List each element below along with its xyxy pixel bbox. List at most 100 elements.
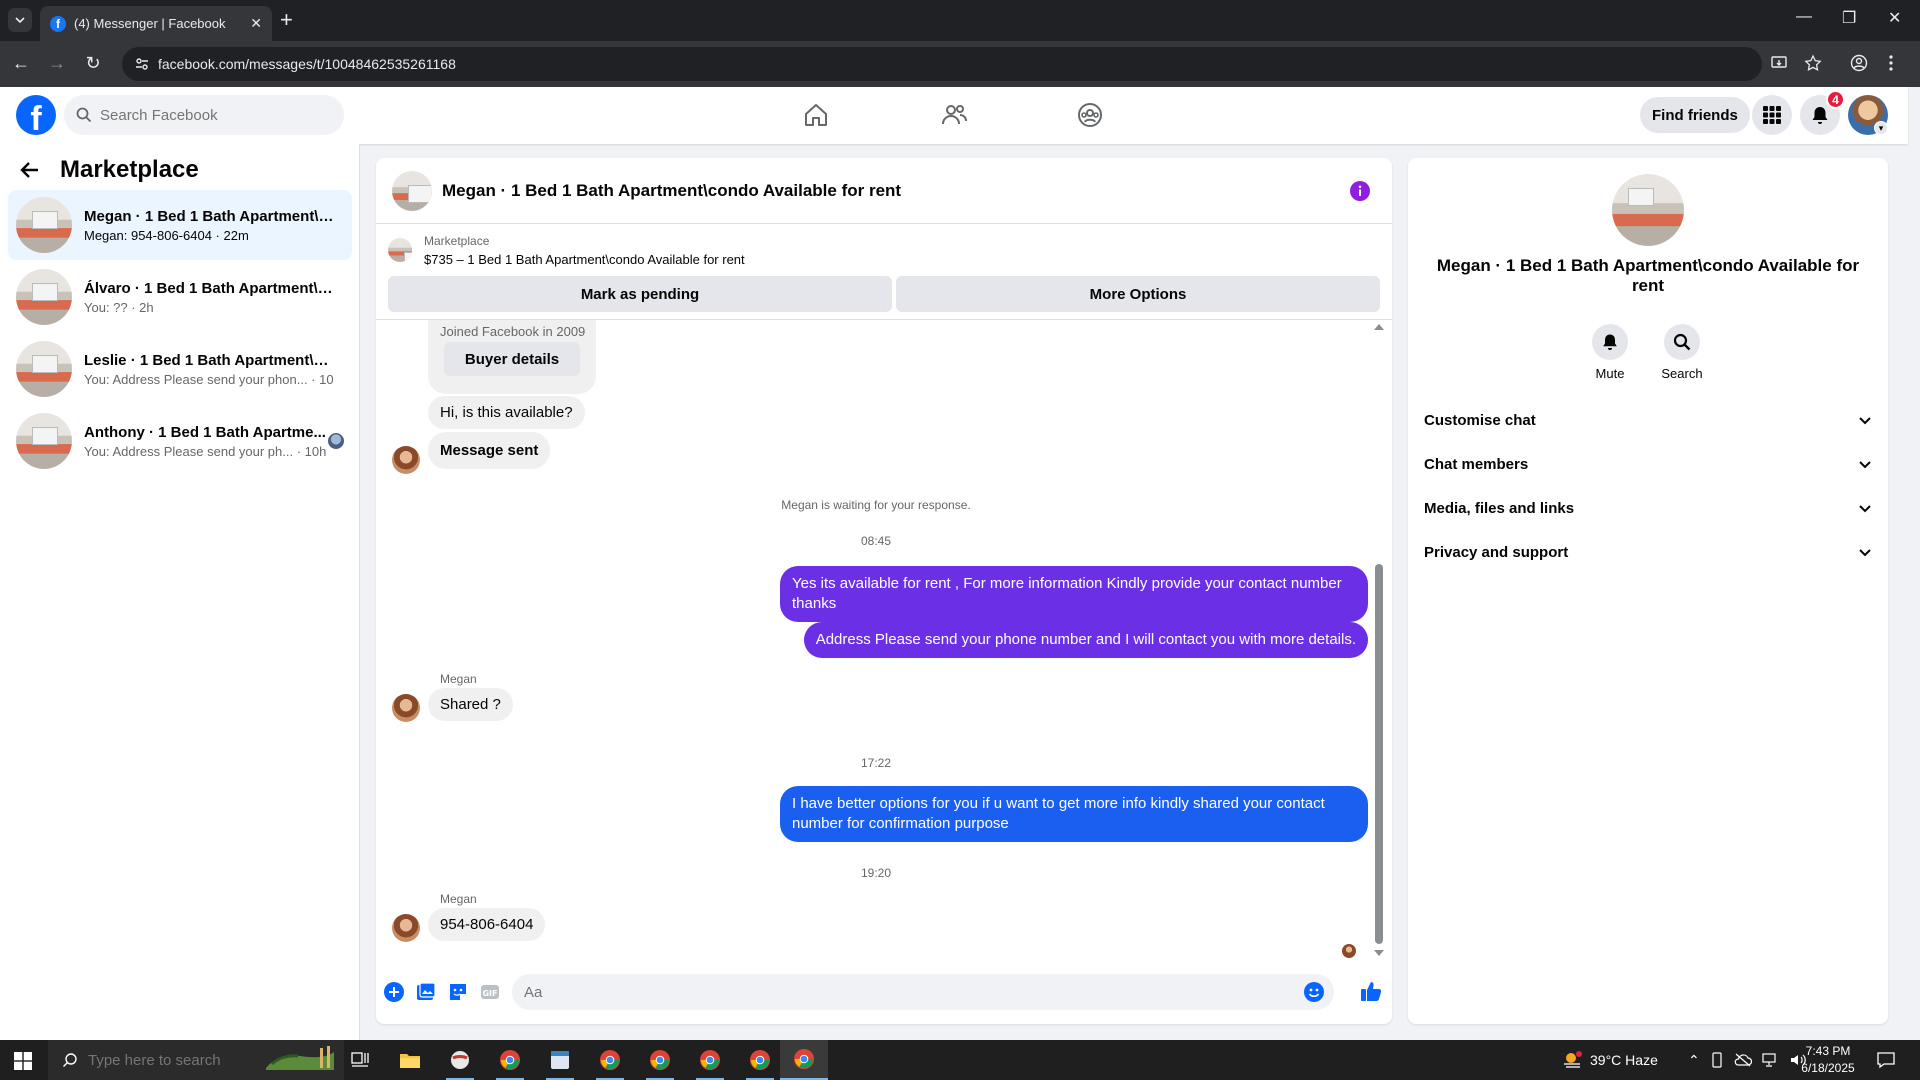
cloud-offline-icon[interactable] <box>1734 1053 1752 1067</box>
sender-avatar[interactable] <box>392 914 420 942</box>
back-arrow-icon[interactable] <box>20 160 40 180</box>
file-explorer-app[interactable] <box>386 1040 434 1080</box>
listing-thumbnail[interactable] <box>388 238 412 262</box>
site-settings-icon[interactable] <box>134 56 150 72</box>
message-input-box[interactable] <box>512 974 1334 1010</box>
weather-widget[interactable]: 39°C Haze <box>1562 1040 1658 1080</box>
listing-thumbnail <box>16 197 72 253</box>
mark-as-pending-button[interactable]: Mark as pending <box>388 276 892 312</box>
message-input[interactable] <box>524 983 1284 1001</box>
close-tab-icon[interactable]: ✕ <box>250 15 262 32</box>
joined-facebook-text: Joined Facebook in 2009 <box>440 324 586 339</box>
media-files-links-row[interactable]: Media, files and links <box>1424 486 1872 530</box>
device-icon[interactable] <box>1710 1052 1724 1068</box>
conversation-item[interactable]: Álvaro · 1 Bed 1 Bath Apartment\c... You… <box>8 262 352 332</box>
emoji-icon[interactable] <box>1304 982 1324 1002</box>
conversation-item[interactable]: Megan · 1 Bed 1 Bath Apartment\c... Mega… <box>8 190 352 260</box>
sender-avatar[interactable] <box>392 694 420 722</box>
windows-start-icon[interactable] <box>14 1052 32 1070</box>
facebook-search-box[interactable] <box>64 95 344 135</box>
buyer-info-card: Joined Facebook in 2009 Buyer details <box>428 320 596 394</box>
chat-title[interactable]: Megan · 1 Bed 1 Bath Apartment\condo Ava… <box>442 181 901 201</box>
home-icon[interactable] <box>802 101 830 129</box>
network-icon[interactable] <box>1762 1053 1780 1067</box>
listing-price[interactable]: $735 – 1 Bed 1 Bath Apartment\condo Avai… <box>424 252 745 267</box>
groups-icon[interactable] <box>1076 101 1104 129</box>
privacy-support-row[interactable]: Privacy and support <box>1424 530 1872 574</box>
conversation-name: Megan · 1 Bed 1 Bath Apartment\c... <box>84 207 334 225</box>
gif-icon[interactable]: GIF <box>480 982 500 1002</box>
account-chevron-down-icon[interactable]: ▾ <box>1874 121 1888 135</box>
conversation-name: Álvaro · 1 Bed 1 Bath Apartment\c... <box>84 279 334 297</box>
chevron-up-icon[interactable]: ⌃ <box>1688 1052 1700 1069</box>
browser-tab[interactable]: f (4) Messenger | Facebook ✕ <box>40 6 272 41</box>
chat-header: Megan · 1 Bed 1 Bath Apartment\condo Ava… <box>376 158 1392 224</box>
sticker-icon[interactable] <box>448 982 468 1002</box>
more-options-button[interactable]: More Options <box>896 276 1380 312</box>
chrome-profile-app[interactable] <box>636 1040 684 1080</box>
back-icon[interactable]: ← <box>10 53 32 74</box>
facebook-search-input[interactable] <box>100 106 320 124</box>
url-bar[interactable]: facebook.com/messages/t/1004846253526116… <box>122 47 1762 81</box>
taskbar-app-2[interactable] <box>436 1040 484 1080</box>
customise-chat-row[interactable]: Customise chat <box>1424 398 1872 442</box>
chrome-menu-icon[interactable] <box>1888 54 1894 72</box>
url-text: facebook.com/messages/t/1004846253526116… <box>158 56 456 72</box>
chrome-profile-app[interactable] <box>736 1040 784 1080</box>
facebook-logo-icon[interactable]: f <box>16 95 56 135</box>
taskbar-app-4[interactable] <box>536 1040 584 1080</box>
forward-icon[interactable]: → <box>46 53 68 74</box>
chrome-profile-app[interactable] <box>686 1040 734 1080</box>
minimize-icon[interactable]: — <box>1796 8 1812 26</box>
new-tab-button[interactable]: + <box>280 8 293 32</box>
chrome-profile-app[interactable] <box>586 1040 634 1080</box>
facebook-favicon-icon: f <box>50 15 66 32</box>
task-view-button[interactable] <box>336 1040 384 1080</box>
taskbar-clock[interactable]: 7:43 PM 6/18/2025 <box>1788 1043 1868 1077</box>
info-icon[interactable] <box>1350 181 1370 201</box>
chrome-icon <box>794 1049 814 1069</box>
tab-search-button[interactable] <box>8 8 32 32</box>
conversation-item[interactable]: Anthony · 1 Bed 1 Bath Apartme... You: A… <box>8 406 352 476</box>
friends-icon[interactable] <box>940 101 968 129</box>
message-thread[interactable]: Joined Facebook in 2009 Buyer details Hi… <box>376 320 1392 960</box>
sender-name: Megan <box>440 892 477 906</box>
seen-avatar <box>328 433 344 449</box>
chat-avatar[interactable] <box>392 170 432 211</box>
bookmark-star-icon[interactable] <box>1804 54 1822 72</box>
conversation-preview: You: ?? · 2h <box>84 299 154 315</box>
plus-icon[interactable] <box>384 982 404 1002</box>
chat-members-row[interactable]: Chat members <box>1424 442 1872 486</box>
profile-icon[interactable] <box>1850 54 1868 72</box>
bell-icon <box>1812 107 1828 124</box>
menu-grid-button[interactable] <box>1752 95 1792 135</box>
search-icon <box>63 1053 77 1067</box>
reload-icon[interactable]: ↻ <box>82 53 104 74</box>
taskbar-search-box[interactable] <box>48 1040 344 1080</box>
conversation-preview: You: Address Please send your ph... · 10… <box>84 443 327 459</box>
search-label: Search <box>1661 366 1703 381</box>
mute-action[interactable]: Mute <box>1580 324 1640 381</box>
photo-icon[interactable] <box>416 982 436 1002</box>
close-window-icon[interactable]: ✕ <box>1888 8 1901 28</box>
find-friends-button[interactable]: Find friends <box>1640 97 1750 133</box>
chrome-app[interactable] <box>486 1040 534 1080</box>
row-label: Media, files and links <box>1424 499 1575 517</box>
chrome-active-app[interactable] <box>780 1040 828 1080</box>
install-app-icon[interactable] <box>1770 54 1788 72</box>
chevron-down-icon <box>1859 417 1871 425</box>
restore-icon[interactable]: ❐ <box>1842 8 1856 28</box>
buyer-details-button[interactable]: Buyer details <box>444 342 580 376</box>
search-action[interactable]: Search <box>1652 324 1712 381</box>
thumbs-up-icon[interactable] <box>1360 980 1382 1002</box>
sender-avatar[interactable] <box>392 446 420 474</box>
chrome-icon <box>600 1050 620 1070</box>
row-label: Customise chat <box>1424 411 1536 429</box>
notification-center-icon[interactable] <box>1876 1051 1896 1069</box>
scroll-up-arrow[interactable] <box>1374 324 1384 330</box>
taskbar-search-input[interactable] <box>88 1051 268 1069</box>
scroll-down-arrow[interactable] <box>1374 950 1384 956</box>
conversation-item[interactable]: Leslie · 1 Bed 1 Bath Apartment\co... Yo… <box>8 334 352 404</box>
scrollbar-thumb[interactable] <box>1375 564 1383 944</box>
chrome-icon <box>750 1050 770 1070</box>
